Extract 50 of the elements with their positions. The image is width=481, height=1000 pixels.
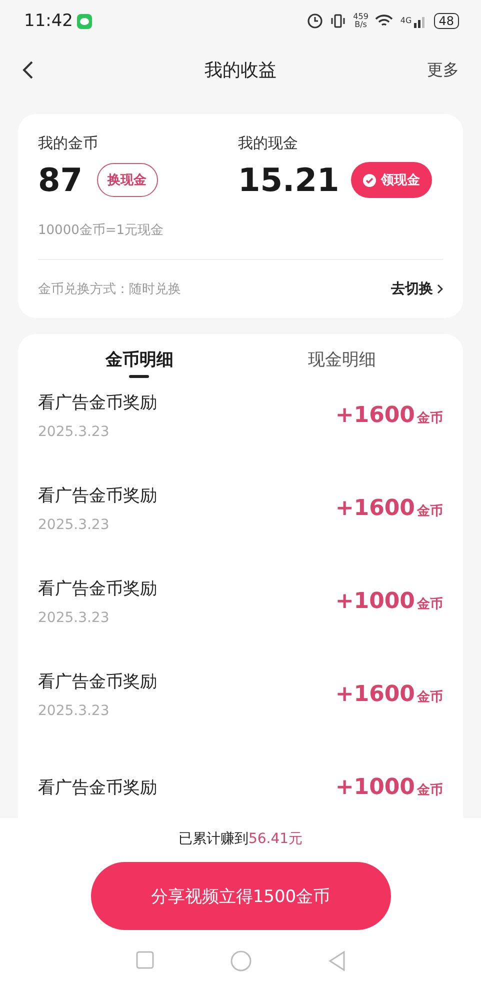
total-amount: 56.41元 [248, 830, 303, 848]
cash-value: 15.21 [238, 161, 340, 199]
network-speed: 459 B/s [353, 13, 368, 29]
record-unit: 金币 [417, 597, 443, 612]
record-amount: +1000 [335, 589, 415, 614]
record-unit: 金币 [417, 690, 443, 705]
record-unit: 金币 [417, 504, 443, 519]
clock: 11:42 [24, 11, 73, 31]
vibrate-icon [330, 13, 346, 29]
coins-label: 我的金币 [38, 134, 99, 153]
back-icon[interactable] [22, 60, 34, 80]
record-amount: +1600 [335, 403, 415, 428]
exchange-rate: 10000金币=1元现金 [38, 221, 443, 260]
withdraw-button[interactable]: 领现金 [351, 162, 432, 198]
back-nav-icon[interactable] [326, 950, 346, 972]
record-amount: +1600 [335, 682, 415, 707]
page-title: 我的收益 [204, 59, 276, 82]
record-amount: +1600 [335, 496, 415, 521]
record-date: 2025.3.23 [38, 517, 110, 533]
chevron-icon [437, 284, 443, 294]
menu-icon[interactable] [134, 950, 154, 970]
cash-label: 我的现金 [238, 134, 299, 153]
record-title: 看广告金币奖励 [38, 777, 157, 799]
chat-app-icon [77, 14, 92, 28]
share-button[interactable]: 分享视频立得1500金币 [90, 862, 390, 930]
more-link[interactable]: 更多 [427, 60, 459, 80]
record-title: 看广告金币奖励 [38, 392, 157, 414]
record-title: 看广告金币奖励 [38, 485, 157, 507]
home-icon[interactable] [230, 950, 252, 972]
record-date: 2025.3.23 [38, 703, 110, 719]
record-amount: +1000 [335, 775, 415, 800]
coins-value: 87 [38, 161, 83, 199]
record-date: 2025.3.23 [38, 424, 110, 440]
battery-indicator: 48 [434, 13, 459, 29]
tab[interactable]: 现金明细 [240, 334, 443, 378]
signal-icon [412, 14, 427, 28]
exchange-button[interactable]: 换现金 [96, 163, 158, 197]
check-icon [363, 174, 376, 186]
network-type: 4G [400, 17, 412, 25]
exchange-method: 金币兑换方式：随时兑换 [38, 281, 181, 298]
record-date: 2025.3.23 [38, 610, 110, 626]
switch-link[interactable]: 去切换 [391, 280, 443, 298]
alarm-icon [307, 13, 324, 29]
wifi-icon [375, 14, 394, 28]
record-unit: 金币 [417, 783, 443, 798]
record-unit: 金币 [417, 411, 443, 426]
total-label: 已累计赚到 [178, 830, 248, 848]
tab[interactable]: 金币明细 [38, 334, 240, 378]
record-title: 看广告金币奖励 [38, 671, 157, 693]
record-title: 看广告金币奖励 [38, 578, 157, 600]
